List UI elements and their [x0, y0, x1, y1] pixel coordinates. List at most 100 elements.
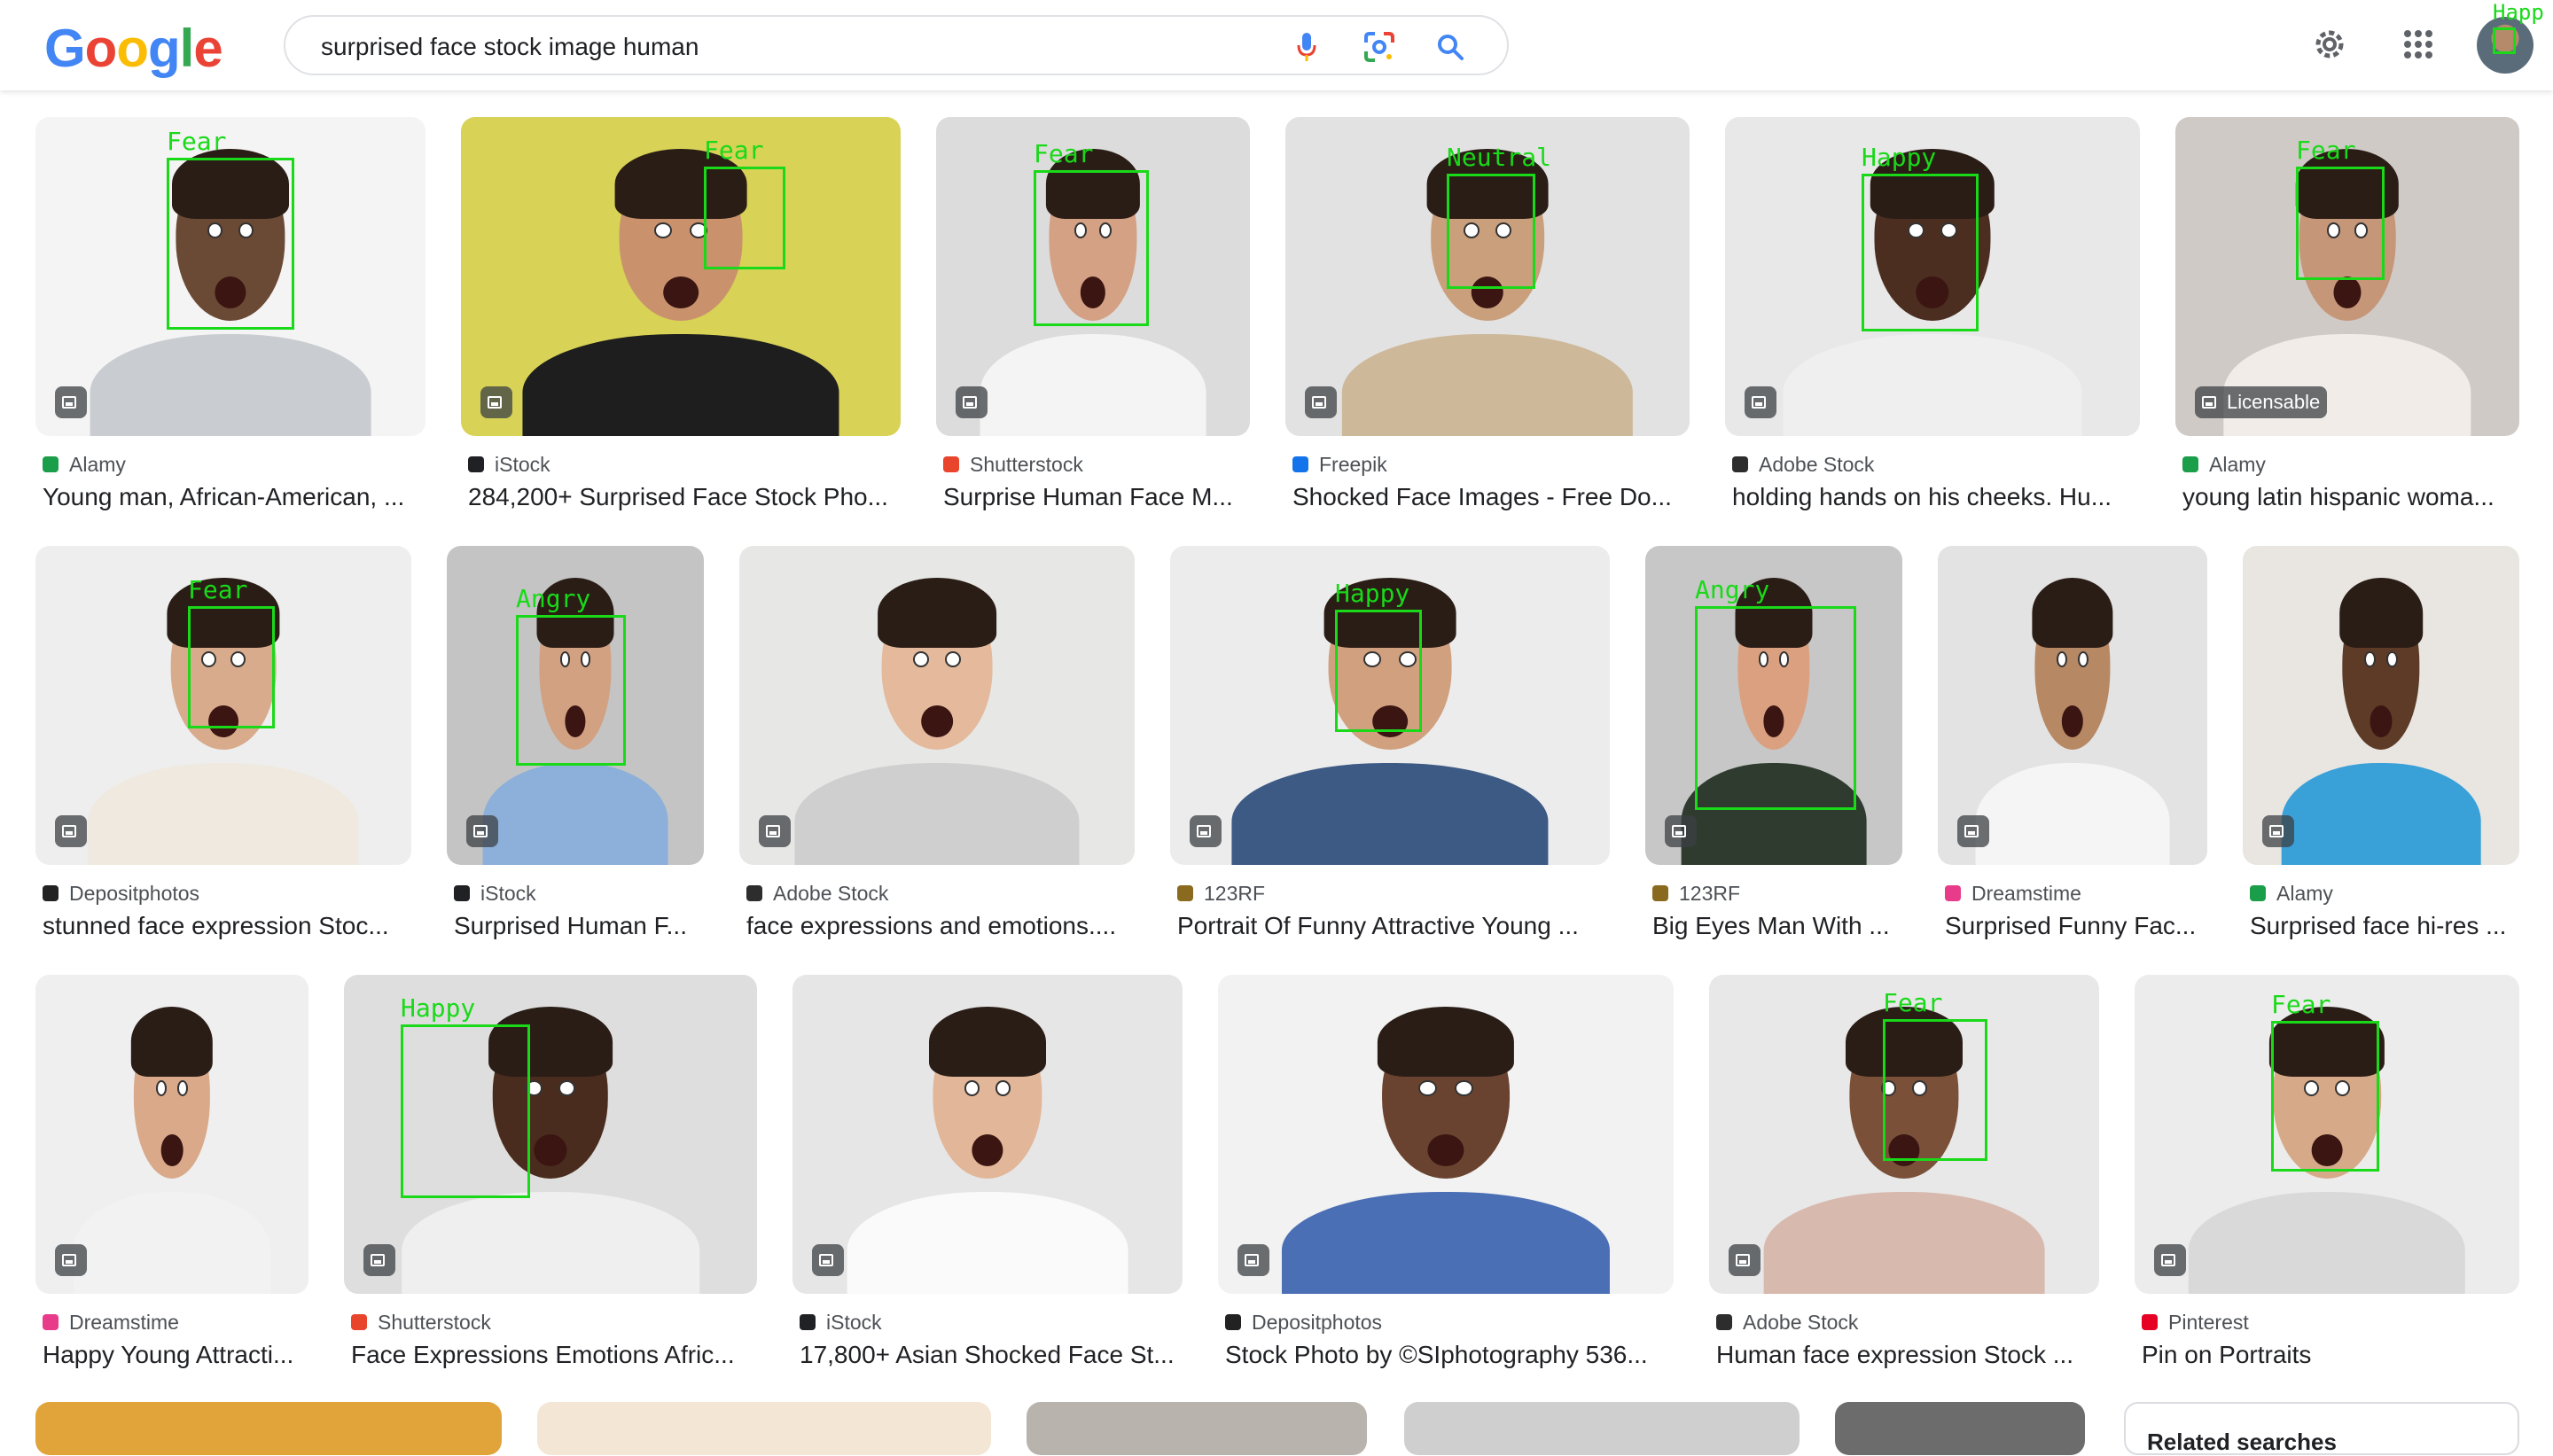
result-title[interactable]: Happy Young Attracti...	[43, 1340, 293, 1370]
result-thumbnail[interactable]	[1938, 546, 2207, 865]
result-thumbnail[interactable]	[739, 546, 1135, 865]
result-title[interactable]: Surprised Human F...	[454, 911, 687, 941]
image-result[interactable]: Fear Shutterstock Surprise Human Face M...	[936, 117, 1250, 525]
image-result[interactable]: Fear Pinterest Pin on Portraits	[2135, 975, 2519, 1382]
image-result[interactable]: Fear Depositphotos stunned face expression…	[35, 546, 411, 954]
result-thumbnail[interactable]	[2243, 546, 2519, 865]
result-source[interactable]: Adobe Stock	[746, 881, 888, 906]
image-result[interactable]: Angry iStock Surprised Human F...	[447, 546, 704, 954]
result-title[interactable]: face expressions and emotions....	[746, 911, 1116, 941]
result-title[interactable]: Surprise Human Face M...	[943, 482, 1233, 512]
result-thumbnail[interactable]: Fear	[2135, 975, 2519, 1294]
emotion-label: Neutral	[1447, 143, 1552, 172]
result-thumbnail[interactable]: Happy	[1725, 117, 2140, 436]
result-title[interactable]: Pin on Portraits	[2142, 1340, 2311, 1370]
image-result[interactable]: Fear Alamy Young man, African-American, ..…	[35, 117, 426, 525]
result-thumbnail-partial[interactable]	[1027, 1402, 1367, 1455]
result-title[interactable]: 284,200+ Surprised Face Stock Pho...	[468, 482, 888, 512]
result-source[interactable]: 123RF	[1177, 881, 1265, 906]
result-thumbnail[interactable]: Happy	[1170, 546, 1610, 865]
result-thumbnail[interactable]: Fear	[936, 117, 1250, 436]
result-title[interactable]: Surprised Funny Fac...	[1945, 911, 2196, 941]
result-title[interactable]: Face Expressions Emotions Afric...	[351, 1340, 735, 1370]
result-source[interactable]: Adobe Stock	[1716, 1310, 1858, 1335]
result-title[interactable]: Big Eyes Man With ...	[1652, 911, 1890, 941]
person-mouth	[2333, 276, 2362, 308]
person-mouth	[2370, 705, 2393, 737]
person-body	[522, 333, 839, 436]
lens-camera-icon[interactable]	[1362, 29, 1397, 65]
result-title[interactable]: Surprised face hi-res ...	[2250, 911, 2506, 941]
image-result[interactable]: Dreamstime Happy Young Attracti...	[35, 975, 308, 1382]
result-thumbnail-partial[interactable]	[35, 1402, 502, 1455]
result-source[interactable]: Alamy	[2250, 881, 2333, 906]
image-result[interactable]: Happy Shutterstock Face Expressions Emotio…	[344, 975, 757, 1382]
image-result[interactable]: Happy Adobe Stock holding hands on his che…	[1725, 117, 2140, 525]
image-result[interactable]: Fear Adobe Stock Human face expression Sto…	[1709, 975, 2099, 1382]
result-source[interactable]: Pinterest	[2142, 1310, 2249, 1335]
result-thumbnail[interactable]: Fear	[35, 117, 426, 436]
result-source[interactable]: Adobe Stock	[1732, 452, 1874, 477]
result-title[interactable]: Human face expression Stock ...	[1716, 1340, 2073, 1370]
result-thumbnail[interactable]: Angry	[447, 546, 704, 865]
result-source[interactable]: Depositphotos	[43, 881, 199, 906]
result-thumbnail[interactable]: Angry	[1645, 546, 1902, 865]
result-title[interactable]: Young man, African-American, ...	[43, 482, 404, 512]
result-source[interactable]: Shutterstock	[943, 452, 1083, 477]
result-title[interactable]: Stock Photo by ©SIphotography 536...	[1225, 1340, 1648, 1370]
image-result[interactable]: Happy 123RF Portrait Of Funny Attractive Y…	[1170, 546, 1610, 954]
result-source[interactable]: Shutterstock	[351, 1310, 491, 1335]
result-thumbnail[interactable]	[35, 975, 308, 1294]
image-result[interactable]: iStock 17,800+ Asian Shocked Face St...	[792, 975, 1183, 1382]
image-result[interactable]: Dreamstime Surprised Funny Fac...	[1938, 546, 2207, 954]
face-detection-box	[1034, 170, 1149, 326]
result-source[interactable]: Depositphotos	[1225, 1310, 1382, 1335]
result-source[interactable]: Alamy	[43, 452, 126, 477]
apps-grid-icon[interactable]	[2395, 21, 2441, 67]
image-result[interactable]: Angry 123RF Big Eyes Man With ...	[1645, 546, 1902, 954]
result-thumbnail-partial[interactable]	[1835, 1402, 2085, 1455]
result-source[interactable]: iStock	[468, 452, 550, 477]
image-result[interactable]: Adobe Stock face expressions and emotions…	[739, 546, 1135, 954]
account-avatar[interactable]	[2477, 17, 2533, 74]
result-title[interactable]: Portrait Of Funny Attractive Young ...	[1177, 911, 1579, 941]
related-searches-panel[interactable]: Related searches	[2124, 1402, 2519, 1455]
search-icon[interactable]	[1433, 29, 1468, 65]
result-thumbnail[interactable]	[792, 975, 1183, 1294]
result-thumbnail-partial[interactable]	[537, 1402, 991, 1455]
result-source[interactable]: 123RF	[1652, 881, 1740, 906]
result-thumbnail[interactable]: Neutral	[1285, 117, 1690, 436]
result-source[interactable]: Freepik	[1292, 452, 1387, 477]
result-thumbnail[interactable]	[1218, 975, 1674, 1294]
result-thumbnail[interactable]: Happy	[344, 975, 757, 1294]
microphone-icon[interactable]	[1289, 29, 1324, 65]
source-favicon-icon	[1732, 456, 1748, 472]
image-result[interactable]: Fear iStock 284,200+ Surprised Face Stock …	[461, 117, 901, 525]
result-title[interactable]: stunned face expression Stoc...	[43, 911, 389, 941]
image-result[interactable]: Alamy Surprised face hi-res ...	[2243, 546, 2519, 954]
result-thumbnail[interactable]: Fear Licensable	[2175, 117, 2519, 436]
result-source[interactable]: Alamy	[2182, 452, 2266, 477]
result-title[interactable]: 17,800+ Asian Shocked Face St...	[800, 1340, 1175, 1370]
result-source[interactable]: iStock	[800, 1310, 882, 1335]
result-source[interactable]: Dreamstime	[1945, 881, 2081, 906]
person-hair	[1377, 1007, 1515, 1078]
image-result[interactable]: Depositphotos Stock Photo by ©SIphotograp…	[1218, 975, 1674, 1382]
source-favicon-icon	[1292, 456, 1308, 472]
image-result[interactable]: Fear Licensable Alamy young latin hispanic …	[2175, 117, 2519, 525]
result-source[interactable]: iStock	[454, 881, 536, 906]
image-result[interactable]: Neutral Freepik Shocked Face Images - Free…	[1285, 117, 1690, 525]
result-thumbnail[interactable]: Fear	[1709, 975, 2099, 1294]
settings-gear-icon[interactable]	[2307, 21, 2353, 67]
image-type-badge	[2262, 815, 2294, 847]
result-thumbnail[interactable]: Fear	[461, 117, 901, 436]
result-title[interactable]: young latin hispanic woma...	[2182, 482, 2494, 512]
result-thumbnail-partial[interactable]	[1404, 1402, 1800, 1455]
result-title[interactable]: holding hands on his cheeks. Hu...	[1732, 482, 2112, 512]
result-thumbnail[interactable]: Fear	[35, 546, 411, 865]
result-source[interactable]: Dreamstime	[43, 1310, 179, 1335]
search-input[interactable]: surprised face stock image human	[284, 15, 1509, 75]
google-logo[interactable]: Google	[44, 18, 223, 80]
result-title[interactable]: Shocked Face Images - Free Do...	[1292, 482, 1672, 512]
search-query-text[interactable]: surprised face stock image human	[321, 33, 699, 61]
